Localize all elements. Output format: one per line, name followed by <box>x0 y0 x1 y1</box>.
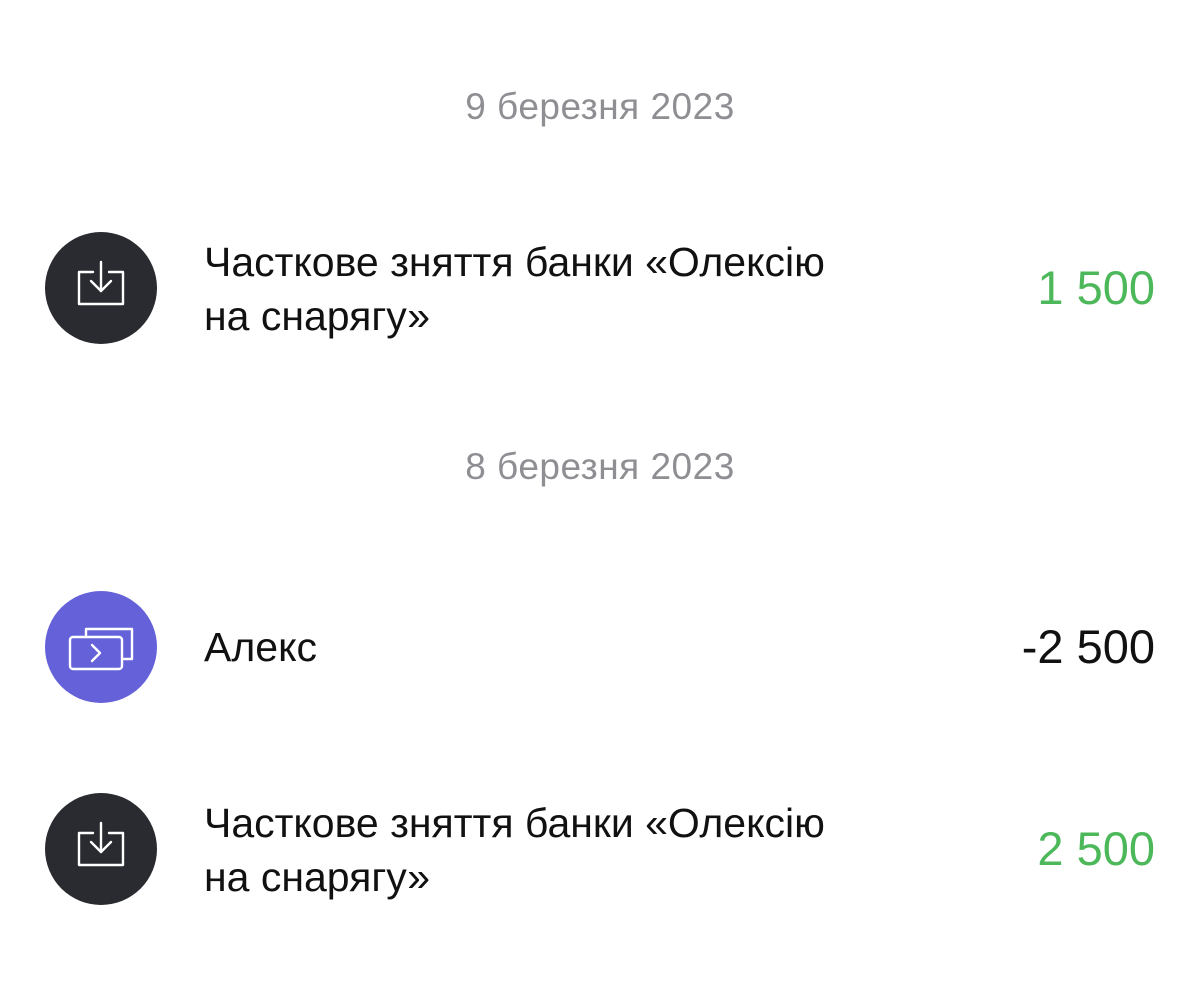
transaction-title-line: Алекс <box>204 624 317 670</box>
transaction-title-line: Часткове зняття банки «Олексію <box>204 239 825 285</box>
date-header: 8 березня 2023 <box>465 446 735 487</box>
transaction-title: Часткове зняття банки «Олексію на снаряг… <box>204 235 944 343</box>
withdraw-icon <box>45 793 157 905</box>
transaction-title-line: на снарягу» <box>204 293 431 339</box>
transaction-amount: 2 500 <box>1037 822 1155 875</box>
transaction-amount: -2 500 <box>1021 620 1155 673</box>
transaction-title: Алекс <box>204 620 944 674</box>
transaction-row[interactable]: Часткове зняття банки «Олексію на снаряг… <box>0 793 1200 905</box>
transaction-row[interactable]: Алекс -2 500 <box>0 591 1200 703</box>
date-header: 9 березня 2023 <box>465 86 735 127</box>
transaction-row[interactable]: Часткове зняття банки «Олексію на снаряг… <box>0 232 1200 344</box>
transfer-icon <box>45 591 157 703</box>
transaction-amount: 1 500 <box>1037 261 1155 314</box>
transaction-title: Часткове зняття банки «Олексію на снаряг… <box>204 796 944 904</box>
transaction-title-line: Часткове зняття банки «Олексію <box>204 800 825 846</box>
withdraw-icon <box>45 232 157 344</box>
transaction-title-line: на снарягу» <box>204 854 431 900</box>
